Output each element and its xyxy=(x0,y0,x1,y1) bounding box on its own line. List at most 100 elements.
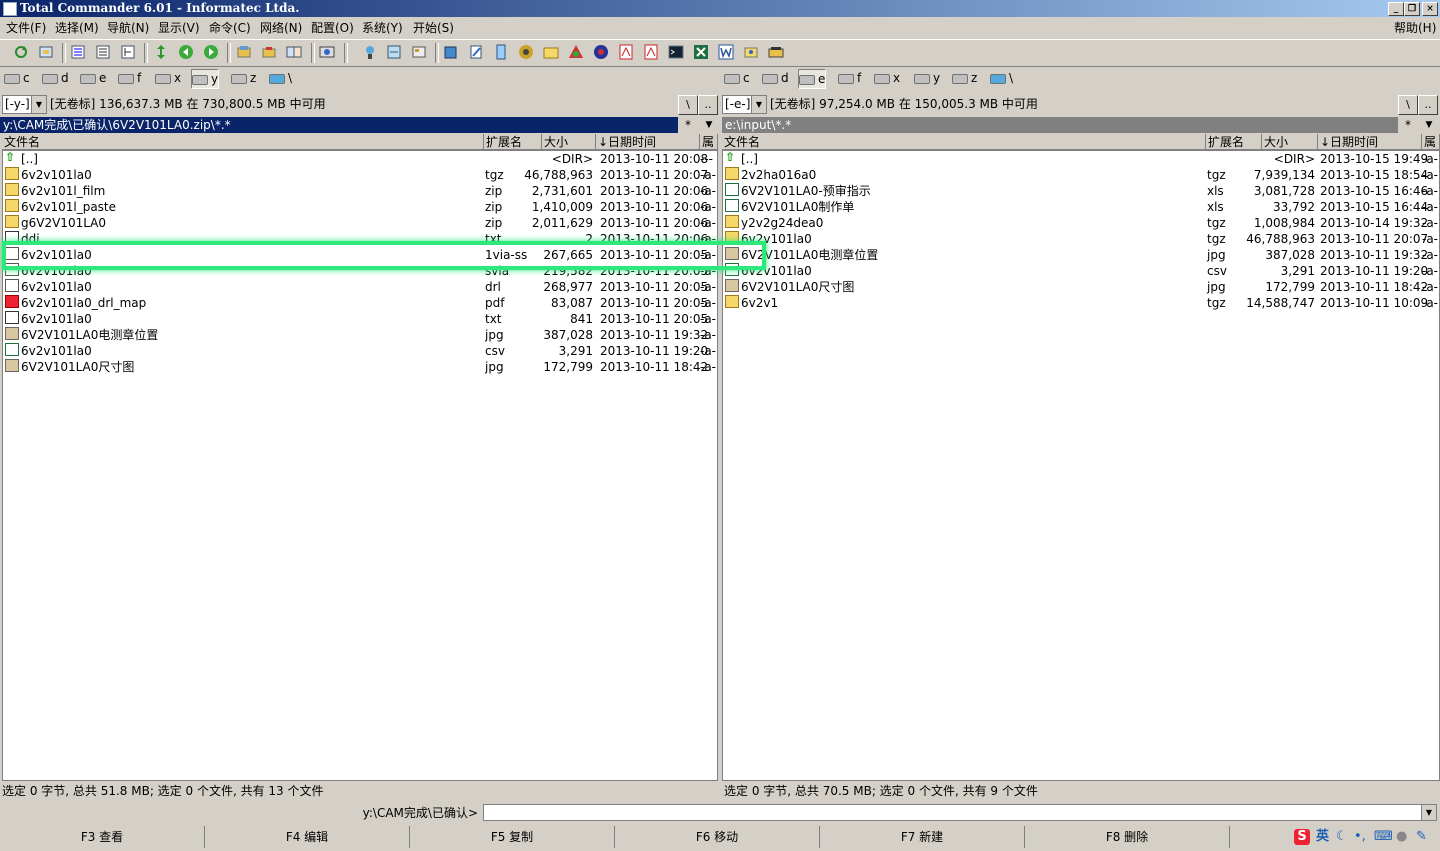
left-drive-e[interactable]: e xyxy=(80,69,106,87)
menu-network[interactable]: 网络(N) xyxy=(260,18,302,38)
right-up-button[interactable]: .. xyxy=(1418,95,1438,115)
file-row[interactable]: 6v2v101la0 txt 841 2013-10-11 20:05 -a- xyxy=(3,311,717,327)
file-row[interactable]: 6V2V101LA0尺寸图 jpg 172,799 2013-10-11 18:42-… xyxy=(723,279,1439,295)
menu-config[interactable]: 配置(O) xyxy=(311,18,354,38)
back-icon[interactable] xyxy=(178,44,194,60)
right-drive-y[interactable]: y xyxy=(914,69,940,87)
file-row[interactable]: 6v2v1 tgz 14,588,747 2013-10-11 10:09 -a- xyxy=(723,295,1439,311)
globe-icon[interactable] xyxy=(593,44,609,60)
file-row[interactable]: 6V2V101LA0电测章位置 jpg 387,028 2013-10-11 19:3… xyxy=(3,327,717,343)
right-drive-f[interactable]: f xyxy=(838,69,861,87)
col-ext[interactable]: 扩展名 xyxy=(484,134,542,150)
left-drive-combo[interactable]: [-y-] ▼ xyxy=(2,95,47,114)
file-row[interactable]: 6v2v101la0 csv 3,291 2013-10-11 19:20 -a- xyxy=(723,263,1439,279)
cad-icon[interactable] xyxy=(568,44,584,60)
minimize-button[interactable]: _ xyxy=(1388,2,1404,16)
pdf-icon[interactable] xyxy=(618,44,634,60)
command-line-input[interactable]: ▼ xyxy=(483,804,1437,821)
right-hotlist-chevron-icon[interactable]: ▼ xyxy=(1420,117,1438,133)
file-row[interactable]: 6v2v101la0 drl 268,977 2013-10-11 20:05 -a- xyxy=(3,279,717,295)
notes-icon[interactable] xyxy=(493,44,509,60)
menu-help[interactable]: 帮助(H) xyxy=(1394,18,1436,38)
f8-delete-button[interactable]: F8 删除 xyxy=(1025,826,1230,848)
brief-view-icon[interactable] xyxy=(70,44,86,60)
menu-view[interactable]: 显示(V) xyxy=(158,18,200,38)
swap-panels-icon[interactable] xyxy=(153,44,169,60)
f7-newfolder-button[interactable]: F7 新建 xyxy=(820,826,1025,848)
folder-icon[interactable] xyxy=(543,44,559,60)
refresh-icon[interactable] xyxy=(13,44,29,60)
col-ext[interactable]: 扩展名 xyxy=(1206,134,1262,150)
cmd-icon[interactable] xyxy=(668,44,684,60)
compare-icon[interactable] xyxy=(286,44,302,60)
file-row[interactable]: 6v2v101la0_drl_map pdf 83,087 2013-10-11 20… xyxy=(3,295,717,311)
file-row[interactable]: ⇧ [..] <DIR> 2013-10-15 19:49 -a- xyxy=(723,151,1439,167)
file-row[interactable]: 6V2V101LA0-预审指示 xls 3,081,728 2013-10-15 16… xyxy=(723,183,1439,199)
file-row[interactable]: 6v2v101l_film zip 2,731,601 2013-10-11 20:0… xyxy=(3,183,717,199)
file-row[interactable]: y2v2g24dea0 tgz 1,008,984 2013-10-14 19:32-… xyxy=(723,215,1439,231)
menu-select[interactable]: 选择(M) xyxy=(55,18,99,38)
punctuation-icon[interactable]: •, xyxy=(1354,829,1366,845)
col-attr[interactable]: 属 xyxy=(700,134,718,150)
keyboard-icon[interactable]: ⌨ xyxy=(1374,829,1393,845)
ime-language-toggle[interactable]: 英 xyxy=(1316,829,1329,845)
left-drive-d[interactable]: d xyxy=(42,69,69,87)
right-drive-x[interactable]: x xyxy=(874,69,900,87)
editor-icon[interactable] xyxy=(468,44,484,60)
left-history-star[interactable]: * xyxy=(678,117,698,133)
menu-navigate[interactable]: 导航(N) xyxy=(107,18,149,38)
col-date[interactable]: ↓日期时间 xyxy=(596,134,700,150)
right-drive-d[interactable]: d xyxy=(762,69,789,87)
pack-icon[interactable] xyxy=(38,44,54,60)
full-view-icon[interactable] xyxy=(95,44,111,60)
ftp-icon[interactable] xyxy=(319,44,335,60)
explorer-icon[interactable] xyxy=(443,44,459,60)
left-drive-z[interactable]: z xyxy=(231,69,256,87)
right-drive-combo[interactable]: [-e-] ▼ xyxy=(722,95,767,114)
f4-edit-button[interactable]: F4 编辑 xyxy=(205,826,410,848)
left-drive-x[interactable]: x xyxy=(155,69,181,87)
right-drive-z[interactable]: z xyxy=(952,69,977,87)
file-row[interactable]: ⇧ [..] <DIR> 2013-10-11 20:08 --- xyxy=(3,151,717,167)
file-row[interactable]: 6v2v101la0 tgz 46,788,963 2013-10-11 20:07-… xyxy=(3,167,717,183)
menu-commands[interactable]: 命令(C) xyxy=(209,18,251,38)
left-root-button[interactable]: \ xyxy=(678,95,698,115)
menu-file[interactable]: 文件(F) xyxy=(6,18,46,38)
moon-icon[interactable]: ☾ xyxy=(1336,829,1348,845)
network-icon[interactable] xyxy=(362,44,378,60)
f5-copy-button[interactable]: F5 复制 xyxy=(410,826,615,848)
close-button[interactable]: × xyxy=(1422,2,1438,16)
left-drive-f[interactable]: f xyxy=(118,69,141,87)
wrench-icon[interactable]: ✎ xyxy=(1416,829,1427,845)
col-size[interactable]: 大小 xyxy=(1262,134,1318,150)
right-root-button[interactable]: \ xyxy=(1398,95,1418,115)
left-hotlist-chevron-icon[interactable]: ▼ xyxy=(700,117,718,133)
right-drive-e[interactable]: e xyxy=(798,69,827,89)
file-row[interactable]: 6v2v101l_paste zip 1,410,009 2013-10-11 20:… xyxy=(3,199,717,215)
col-name[interactable]: 文件名 xyxy=(2,134,484,150)
tools-icon[interactable] xyxy=(518,44,534,60)
restore-button[interactable]: ❐ xyxy=(1404,2,1420,16)
forward-icon[interactable] xyxy=(203,44,219,60)
file-row[interactable]: 6V2V101LA0电测章位置 jpg 387,028 2013-10-11 19:3… xyxy=(723,247,1439,263)
left-drive-y[interactable]: y xyxy=(191,69,220,89)
left-drive-network[interactable]: \ xyxy=(269,69,292,87)
word-icon[interactable] xyxy=(718,44,734,60)
viewer-icon[interactable] xyxy=(743,44,759,60)
ime-logo-icon[interactable]: S xyxy=(1294,829,1310,845)
user-icon[interactable]: ● xyxy=(1396,829,1407,845)
file-row[interactable]: 6v2v101la0 csv 3,291 2013-10-11 19:20 -a- xyxy=(3,343,717,359)
file-row[interactable]: 2v2ha016a0 tgz 7,939,134 2013-10-15 18:54 -a… xyxy=(723,167,1439,183)
f6-move-button[interactable]: F6 移动 xyxy=(615,826,820,848)
internet-icon[interactable] xyxy=(386,44,402,60)
excel-icon[interactable] xyxy=(693,44,709,60)
left-up-button[interactable]: .. xyxy=(698,95,718,115)
multi-rename-icon[interactable] xyxy=(768,44,784,60)
menu-system[interactable]: 系统(Y) xyxy=(362,18,403,38)
col-name[interactable]: 文件名 xyxy=(722,134,1206,150)
right-drive-network[interactable]: \ xyxy=(990,69,1013,87)
left-drive-c[interactable]: c xyxy=(4,69,30,87)
f3-view-button[interactable]: F3 查看 xyxy=(0,826,205,848)
col-attr[interactable]: 属 xyxy=(1422,134,1440,150)
file-row[interactable]: 6V2V101LA0尺寸图 jpg 172,799 2013-10-11 18:42-… xyxy=(3,359,717,375)
